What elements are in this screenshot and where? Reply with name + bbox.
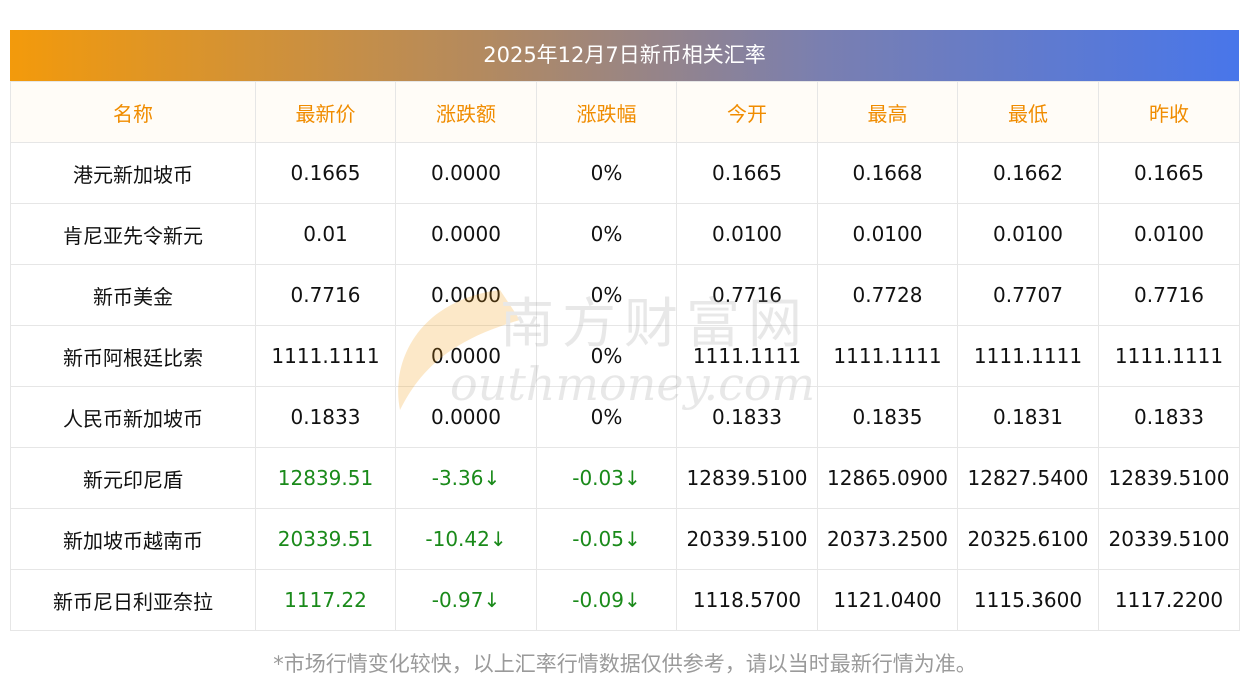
cell-prev-close: 0.0100 [1098, 203, 1240, 265]
rate-table-card: 2025年12月7日新币相关汇率 名称 最新价 涨跌额 涨跌幅 今开 最高 最低… [10, 30, 1240, 631]
cell-change-pct: -0.05↓ [536, 508, 677, 570]
header-high: 最高 [817, 81, 958, 143]
table-row: 港元新加坡币 0.1665 0.0000 0% 0.1665 0.1668 0.1662 0.… [10, 142, 1240, 204]
cell-currency-name: 新币尼日利亚奈拉 [10, 569, 256, 631]
table-row: 新币尼日利亚奈拉 1117.22 -0.97↓ -0.09↓ 1118.5700 1121… [10, 569, 1240, 631]
cell-change-amount: -0.97↓ [395, 569, 537, 631]
cell-change-pct: 0% [536, 142, 677, 204]
cell-change-amount: 0.0000 [395, 142, 537, 204]
cell-latest-price: 12839.51 [255, 447, 396, 509]
header-change: 涨跌额 [395, 81, 537, 143]
cell-change-pct: 0% [536, 386, 677, 448]
header-open: 今开 [676, 81, 818, 143]
table-title: 2025年12月7日新币相关汇率 [10, 30, 1239, 81]
cell-latest-price: 0.01 [255, 203, 396, 265]
table-row: 新币美金 0.7716 0.0000 0% 0.7716 0.7728 0.7707 0.77… [10, 264, 1240, 326]
cell-change-pct: -0.09↓ [536, 569, 677, 631]
cell-change-amount: -3.36↓ [395, 447, 537, 509]
exchange-rate-table: 名称 最新价 涨跌额 涨跌幅 今开 最高 最低 昨收 港元新加坡币 0.1665 0… [10, 81, 1240, 631]
cell-change-amount: 0.0000 [395, 264, 537, 326]
cell-open-price: 12839.5100 [676, 447, 818, 509]
cell-change-amount: 0.0000 [395, 203, 537, 265]
cell-low-price: 0.7707 [957, 264, 1099, 326]
cell-latest-price: 0.1833 [255, 386, 396, 448]
cell-change-pct: 0% [536, 264, 677, 326]
cell-high-price: 20373.2500 [817, 508, 958, 570]
cell-open-price: 0.1833 [676, 386, 818, 448]
cell-low-price: 12827.5400 [957, 447, 1099, 509]
header-prev-close: 昨收 [1098, 81, 1240, 143]
cell-change-amount: 0.0000 [395, 325, 537, 387]
cell-prev-close: 1117.2200 [1098, 569, 1240, 631]
cell-change-amount: 0.0000 [395, 386, 537, 448]
cell-open-price: 20339.5100 [676, 508, 818, 570]
table-row: 新元印尼盾 12839.51 -3.36↓ -0.03↓ 12839.5100 12865… [10, 447, 1240, 509]
cell-high-price: 12865.0900 [817, 447, 958, 509]
cell-open-price: 0.0100 [676, 203, 818, 265]
cell-low-price: 0.1831 [957, 386, 1099, 448]
cell-prev-close: 0.1665 [1098, 142, 1240, 204]
cell-open-price: 0.1665 [676, 142, 818, 204]
cell-currency-name: 港元新加坡币 [10, 142, 256, 204]
cell-high-price: 1111.1111 [817, 325, 958, 387]
cell-currency-name: 新加坡币越南币 [10, 508, 256, 570]
header-name: 名称 [10, 81, 256, 143]
cell-latest-price: 1111.1111 [255, 325, 396, 387]
table-row: 人民币新加坡币 0.1833 0.0000 0% 0.1833 0.1835 0.1831 0… [10, 386, 1240, 448]
cell-prev-close: 1111.1111 [1098, 325, 1240, 387]
cell-currency-name: 新币阿根廷比索 [10, 325, 256, 387]
cell-currency-name: 肯尼亚先令新元 [10, 203, 256, 265]
cell-high-price: 0.0100 [817, 203, 958, 265]
cell-low-price: 0.0100 [957, 203, 1099, 265]
cell-latest-price: 20339.51 [255, 508, 396, 570]
cell-high-price: 0.7728 [817, 264, 958, 326]
cell-high-price: 1121.0400 [817, 569, 958, 631]
cell-latest-price: 1117.22 [255, 569, 396, 631]
table-row: 新币阿根廷比索 1111.1111 0.0000 0% 1111.1111 1111.11… [10, 325, 1240, 387]
cell-latest-price: 0.1665 [255, 142, 396, 204]
cell-high-price: 0.1835 [817, 386, 958, 448]
cell-prev-close: 12839.5100 [1098, 447, 1240, 509]
header-latest: 最新价 [255, 81, 396, 143]
cell-currency-name: 人民币新加坡币 [10, 386, 256, 448]
cell-open-price: 1111.1111 [676, 325, 818, 387]
header-change-pct: 涨跌幅 [536, 81, 677, 143]
cell-prev-close: 0.1833 [1098, 386, 1240, 448]
cell-latest-price: 0.7716 [255, 264, 396, 326]
cell-prev-close: 20339.5100 [1098, 508, 1240, 570]
disclaimer-note: *市场行情变化较快，以上汇率行情数据仅供参考，请以当时最新行情为准。 [273, 652, 977, 676]
table-row: 肯尼亚先令新元 0.01 0.0000 0% 0.0100 0.0100 0.0100 0.0… [10, 203, 1240, 265]
cell-high-price: 0.1668 [817, 142, 958, 204]
cell-currency-name: 新元印尼盾 [10, 447, 256, 509]
cell-open-price: 1118.5700 [676, 569, 818, 631]
cell-change-pct: 0% [536, 203, 677, 265]
cell-low-price: 1111.1111 [957, 325, 1099, 387]
cell-open-price: 0.7716 [676, 264, 818, 326]
header-low: 最低 [957, 81, 1099, 143]
cell-change-pct: -0.03↓ [536, 447, 677, 509]
table-header-row: 名称 最新价 涨跌额 涨跌幅 今开 最高 最低 昨收 [10, 81, 1240, 143]
cell-low-price: 1115.3600 [957, 569, 1099, 631]
cell-currency-name: 新币美金 [10, 264, 256, 326]
cell-low-price: 20325.6100 [957, 508, 1099, 570]
table-row: 新加坡币越南币 20339.51 -10.42↓ -0.05↓ 20339.5100 20… [10, 508, 1240, 570]
cell-change-amount: -10.42↓ [395, 508, 537, 570]
cell-change-pct: 0% [536, 325, 677, 387]
cell-low-price: 0.1662 [957, 142, 1099, 204]
cell-prev-close: 0.7716 [1098, 264, 1240, 326]
